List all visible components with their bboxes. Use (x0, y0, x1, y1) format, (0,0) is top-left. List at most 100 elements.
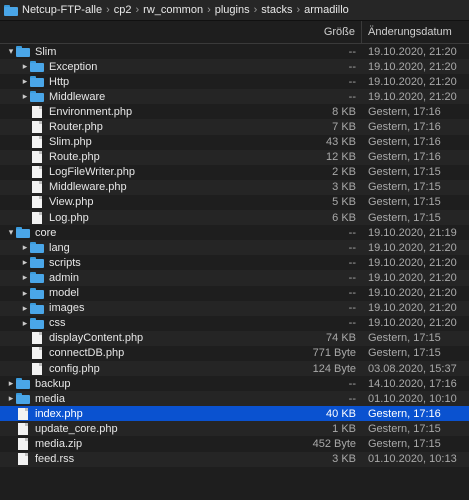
breadcrumb-label: plugins (214, 4, 250, 16)
folder-icon (30, 317, 44, 329)
file-row[interactable]: Environment.php 8 KB Gestern, 17:16 (0, 104, 469, 119)
document-icon (16, 422, 30, 435)
breadcrumb-item[interactable]: armadillo (304, 4, 349, 16)
item-name: displayContent.php (49, 332, 144, 345)
folder-row[interactable]: ▸ Middleware -- 19.10.2020, 21:20 (0, 89, 469, 105)
disclosure-closed-icon[interactable]: ▸ (20, 272, 30, 283)
item-date: Gestern, 17:15 (368, 422, 441, 435)
item-size: 1 KB (332, 422, 356, 435)
folder-icon (30, 257, 44, 269)
item-name: Slim.php (49, 136, 92, 149)
breadcrumb-label: armadillo (304, 4, 349, 16)
item-name: Router.php (49, 121, 103, 134)
folder-row[interactable]: ▸ admin -- 19.10.2020, 21:20 (0, 270, 469, 286)
disclosure-closed-icon[interactable]: ▸ (20, 318, 30, 329)
folder-icon (30, 76, 44, 88)
folder-row[interactable]: ▸ model -- 19.10.2020, 21:20 (0, 286, 469, 301)
document-icon (16, 437, 30, 450)
chevron-right-icon: › (207, 4, 211, 16)
folder-icon (16, 46, 30, 58)
document-icon (30, 332, 44, 345)
breadcrumb-item[interactable]: rw_common (143, 4, 203, 16)
file-row[interactable]: config.php 124 Byte 03.08.2020, 15:37 (0, 360, 469, 377)
file-row[interactable]: Middleware.php 3 KB Gestern, 17:15 (0, 179, 469, 195)
file-row[interactable]: View.php 5 KB Gestern, 17:15 (0, 195, 469, 210)
disclosure-closed-icon[interactable]: ▸ (20, 242, 30, 253)
disclosure-open-icon[interactable]: ▾ (6, 227, 16, 238)
item-size: -- (348, 226, 356, 239)
item-size: -- (348, 271, 356, 284)
folder-icon (30, 91, 44, 103)
item-date: 14.10.2020, 17:16 (368, 377, 457, 390)
item-date: 19.10.2020, 21:20 (368, 256, 457, 269)
folder-row[interactable]: ▾ core -- 19.10.2020, 21:19 (0, 225, 469, 240)
item-size: -- (348, 241, 356, 254)
document-icon (16, 407, 30, 420)
item-date: Gestern, 17:16 (368, 105, 441, 118)
folder-row[interactable]: ▸ Exception -- 19.10.2020, 21:20 (0, 59, 469, 75)
document-icon (16, 453, 30, 466)
disclosure-closed-icon[interactable]: ▸ (20, 257, 30, 268)
breadcrumb-item[interactable]: cp2 (114, 4, 132, 16)
disclosure-open-icon[interactable]: ▾ (6, 46, 16, 57)
item-date: Gestern, 17:16 (368, 121, 441, 134)
date-column-header[interactable]: Änderungsdatum (362, 21, 469, 43)
file-row[interactable]: displayContent.php 74 KB Gestern, 17:15 (0, 330, 469, 346)
item-date: 01.10.2020, 10:13 (368, 453, 457, 466)
file-row[interactable]: index.php 40 KB Gestern, 17:16 (0, 406, 469, 422)
item-date: Gestern, 17:16 (368, 151, 441, 164)
folder-row[interactable]: ▸ lang -- 19.10.2020, 21:20 (0, 240, 469, 256)
document-icon (30, 136, 44, 149)
disclosure-closed-icon[interactable]: ▸ (20, 61, 30, 72)
item-name: media.zip (35, 437, 83, 450)
disclosure-closed-icon[interactable]: ▸ (20, 91, 30, 102)
file-row[interactable]: Slim.php 43 KB Gestern, 17:16 (0, 135, 469, 150)
folder-row[interactable]: ▸ Http -- 19.10.2020, 21:20 (0, 74, 469, 89)
chevron-right-icon: › (135, 4, 140, 16)
item-date: Gestern, 17:15 (368, 166, 441, 179)
folder-row[interactable]: ▸ images -- 19.10.2020, 21:20 (0, 300, 469, 316)
item-date: 19.10.2020, 21:20 (368, 75, 457, 88)
file-row[interactable]: Log.php 6 KB Gestern, 17:15 (0, 210, 469, 226)
file-row[interactable]: update_core.php 1 KB Gestern, 17:15 (0, 421, 469, 437)
chevron-right-icon: › (106, 4, 110, 16)
item-name: Route.php (49, 151, 100, 164)
folder-row[interactable]: ▸ media -- 01.10.2020, 10:10 (0, 391, 469, 407)
item-date: Gestern, 17:15 (368, 181, 441, 194)
disclosure-closed-icon[interactable]: ▸ (20, 76, 30, 87)
item-name: index.php (35, 407, 83, 420)
item-size: -- (348, 287, 356, 300)
item-date: 19.10.2020, 21:20 (368, 45, 457, 58)
file-row[interactable]: Router.php 7 KB Gestern, 17:16 (0, 119, 469, 135)
item-size: 5 KB (332, 196, 356, 209)
breadcrumb-item[interactable]: Netcup-FTP-alle (4, 4, 102, 16)
chevron-right-icon: › (296, 4, 301, 16)
disclosure-closed-icon[interactable]: ▸ (6, 378, 16, 389)
document-icon (30, 362, 44, 375)
item-name: Slim (35, 45, 57, 58)
item-name: admin (49, 271, 79, 284)
folder-row[interactable]: ▸ backup -- 14.10.2020, 17:16 (0, 376, 469, 391)
folder-icon (30, 242, 44, 254)
disclosure-closed-icon[interactable]: ▸ (20, 303, 30, 314)
disclosure-closed-icon[interactable]: ▸ (20, 288, 30, 299)
breadcrumb-label: rw_common (143, 4, 204, 16)
disclosure-closed-icon[interactable]: ▸ (6, 393, 16, 404)
breadcrumb-item[interactable]: plugins (215, 4, 250, 16)
item-date: 01.10.2020, 10:10 (368, 392, 457, 405)
item-date: Gestern, 17:15 (368, 437, 441, 450)
item-date: Gestern, 17:16 (368, 407, 441, 420)
item-size: 452 Byte (312, 437, 356, 450)
item-name: Http (49, 75, 70, 88)
file-row[interactable]: LogFileWriter.php 2 KB Gestern, 17:15 (0, 165, 469, 180)
folder-row[interactable]: ▸ scripts -- 19.10.2020, 21:20 (0, 255, 469, 270)
file-row[interactable]: media.zip 452 Byte Gestern, 17:15 (0, 436, 469, 451)
file-row[interactable]: feed.rss 3 KB 01.10.2020, 10:13 (0, 451, 469, 467)
folder-row[interactable]: ▸ css -- 19.10.2020, 21:20 (0, 316, 469, 331)
breadcrumb-item[interactable]: stacks (261, 4, 292, 16)
file-row[interactable]: Route.php 12 KB Gestern, 17:16 (0, 149, 469, 165)
size-column-header[interactable]: Größe (295, 21, 362, 43)
folder-row[interactable]: ▾ Slim -- 19.10.2020, 21:20 (0, 44, 469, 59)
file-row[interactable]: connectDB.php 771 Byte Gestern, 17:15 (0, 346, 469, 361)
item-size: -- (348, 75, 356, 88)
